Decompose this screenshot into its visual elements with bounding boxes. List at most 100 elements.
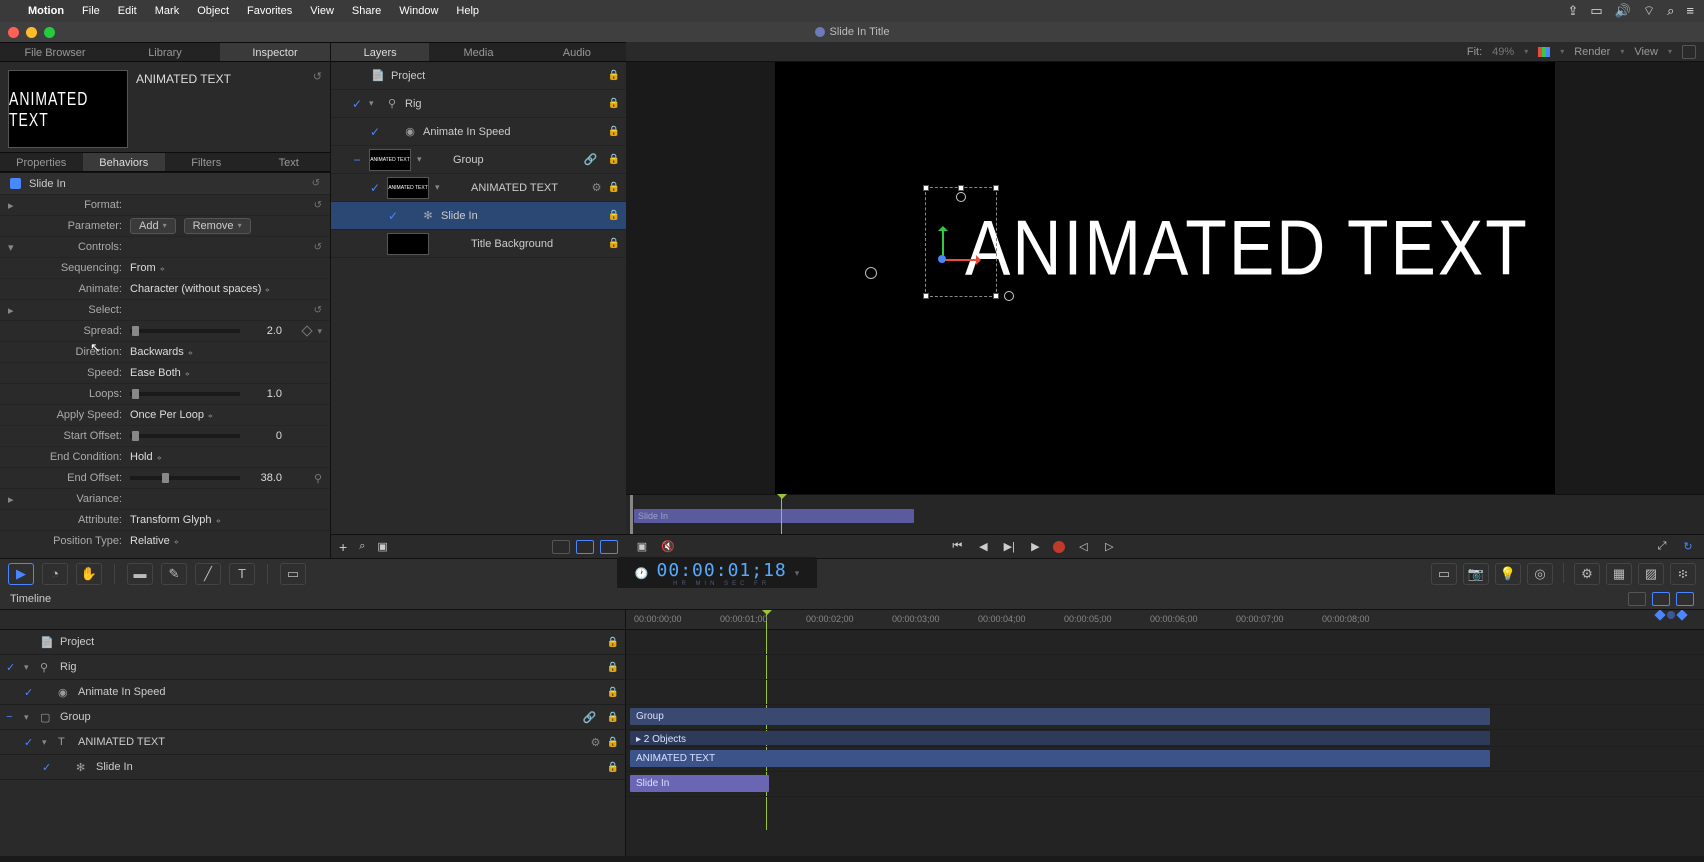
menu-edit[interactable]: Edit (118, 5, 137, 17)
search-layers-icon[interactable]: ⌕ (359, 540, 365, 553)
record-button[interactable] (1053, 541, 1065, 553)
layer-lock-icon[interactable]: 🔒 (608, 98, 620, 109)
tl-row-lock-icon[interactable]: 🔒 (607, 662, 619, 673)
tab-library[interactable]: Library (110, 43, 220, 61)
layer-disclosure[interactable]: ▾ (417, 154, 427, 165)
layer-row[interactable]: ✓✻Slide In🔒 (331, 202, 626, 230)
sequencing-value[interactable]: From (130, 262, 164, 274)
effects-icon[interactable]: ◎ (1527, 563, 1553, 585)
timecode-menu-icon[interactable]: ▾ (795, 568, 800, 579)
light-icon[interactable]: 💡 (1495, 563, 1521, 585)
menu-file[interactable]: File (82, 5, 100, 17)
tl-row-lock-icon[interactable]: 🔒 (607, 687, 619, 698)
layer-checkbox[interactable]: − (351, 153, 363, 167)
zoom-button[interactable] (44, 27, 55, 38)
spotlight-icon[interactable]: ⌕ (1667, 3, 1674, 19)
layer-link-icon[interactable]: 🔗 (584, 153, 598, 166)
spread-slider[interactable] (130, 329, 240, 333)
view-mode-1[interactable] (552, 540, 570, 554)
layer-row[interactable]: ✓ANIMATED TEXT▾ANIMATED TEXT⚙🔒 (331, 174, 626, 202)
loops-value[interactable]: 1.0 (246, 388, 286, 400)
format-reset-icon[interactable]: ↺ (314, 200, 322, 211)
layer-lock-icon[interactable]: 🔒 (608, 126, 620, 137)
menu-help[interactable]: Help (456, 5, 479, 17)
tl-row-disclosure[interactable]: ▾ (42, 737, 52, 748)
player-mode-icon[interactable]: ▣ (634, 540, 650, 554)
select-disclosure[interactable]: ▸ (8, 304, 20, 317)
timeline-row[interactable]: ✓▾TANIMATED TEXT⚙🔒 (0, 730, 625, 755)
frame-layer-icon[interactable]: ▣ (377, 540, 387, 553)
layer-lock-icon[interactable]: 🔒 (608, 210, 620, 221)
mini-timeline[interactable]: Slide In (626, 494, 1704, 534)
generators-icon[interactable]: ▨ (1638, 563, 1664, 585)
camera-icon[interactable]: 📷 (1463, 563, 1489, 585)
layer-checkbox[interactable]: ✓ (351, 97, 363, 111)
timeline-bar-text[interactable]: ANIMATED TEXT (630, 750, 1490, 767)
prev-keyframe-button[interactable]: ◁ (1075, 540, 1091, 554)
prev-frame-button[interactable]: ◀ (975, 540, 991, 554)
timeline-zoom-control[interactable] (1656, 610, 1696, 620)
layer-lock-icon[interactable]: 🔒 (608, 154, 620, 165)
apply-speed-value[interactable]: Once Per Loop (130, 409, 212, 421)
timeline-row[interactable]: ✓✻Slide In🔒 (0, 755, 625, 780)
layer-lock-icon[interactable]: 🔒 (608, 182, 620, 193)
in-point-marker[interactable] (630, 495, 633, 534)
tab-properties[interactable]: Properties (0, 153, 83, 171)
menu-share[interactable]: Share (352, 5, 381, 17)
tl-row-checkbox[interactable]: ✓ (6, 661, 18, 674)
select-reset-icon[interactable]: ↺ (314, 305, 322, 316)
render-menu[interactable]: Render (1574, 46, 1610, 58)
animate-value[interactable]: Character (without spaces) (130, 283, 269, 295)
spread-keyframe-icon[interactable] (302, 325, 313, 336)
layer-row[interactable]: −ANIMATED TEXT▾Group🔗🔒 (331, 146, 626, 174)
canvas[interactable]: ANIMATED TEXT (775, 62, 1555, 494)
tl-row-lock-icon[interactable]: 🔒 (607, 762, 619, 773)
tl-row-checkbox[interactable]: ✓ (24, 686, 36, 699)
tab-behaviors[interactable]: Behaviors (83, 153, 166, 171)
tab-inspector[interactable]: Inspector (220, 43, 330, 61)
add-layer-button[interactable]: + (339, 539, 347, 555)
controls-disclosure[interactable]: ▾ (8, 241, 20, 254)
timeline-bar-slide-in[interactable]: Slide In (630, 775, 769, 792)
tl-row-checkbox[interactable]: ✓ (42, 761, 54, 774)
behavior-header[interactable]: Slide In ↺ (0, 172, 330, 194)
next-keyframe-button[interactable]: ▷ (1101, 540, 1117, 554)
rectangle-tool[interactable]: ▬ (127, 563, 153, 585)
tl-view-3[interactable] (1676, 592, 1694, 606)
dropbox-icon[interactable]: ⇪ (1568, 3, 1579, 19)
mini-playhead[interactable] (781, 495, 782, 534)
line-tool[interactable]: ╱ (195, 563, 221, 585)
canvas-text[interactable]: ANIMATED TEXT (965, 203, 1529, 293)
view-menu[interactable]: View (1634, 46, 1658, 58)
format-disclosure[interactable]: ▸ (8, 199, 20, 212)
loop-icon[interactable]: ↻ (1680, 540, 1696, 554)
end-offset-value[interactable]: 38.0 (246, 472, 286, 484)
variance-disclosure[interactable]: ▸ (8, 493, 20, 506)
x-axis-handle[interactable] (942, 259, 980, 261)
tl-row-gear-icon[interactable]: ⚙ (591, 736, 601, 749)
timeline-row[interactable]: ✓▾⚲Rig🔒 (0, 655, 625, 680)
app-name[interactable]: Motion (28, 5, 64, 17)
close-button[interactable] (8, 27, 19, 38)
timeline-row[interactable]: −▾▢Group🔗🔒 (0, 705, 625, 730)
start-offset-value[interactable]: 0 (246, 430, 286, 442)
timecode-value[interactable]: 00:00:01;18 (657, 560, 787, 581)
parameter-add-button[interactable]: Add (130, 218, 176, 234)
bezier-tool[interactable]: ✎ (161, 563, 187, 585)
mini-behavior-bar[interactable]: Slide In (634, 509, 914, 523)
mute-icon[interactable]: 🔇 (660, 540, 676, 554)
go-to-start-button[interactable]: ⏮ (949, 540, 965, 554)
end-offset-rig-icon[interactable]: ⚲ (314, 472, 322, 485)
preview-reset-icon[interactable]: ↺ (313, 70, 322, 144)
canvas-layout-icon[interactable] (1682, 45, 1696, 59)
wifi-icon[interactable]: ⌔ (1643, 3, 1655, 19)
anchor-point-icon[interactable] (865, 267, 877, 279)
play-from-start-button[interactable]: ▶| (1001, 540, 1017, 554)
tab-filters[interactable]: Filters (165, 153, 248, 171)
tl-row-checkbox[interactable]: ✓ (24, 736, 36, 749)
menu-mark[interactable]: Mark (155, 5, 179, 17)
attribute-value[interactable]: Transform Glyph (130, 514, 220, 526)
tl-row-disclosure[interactable]: ▾ (24, 712, 34, 723)
end-condition-value[interactable]: Hold (130, 451, 161, 463)
spread-value[interactable]: 2.0 (246, 325, 286, 337)
